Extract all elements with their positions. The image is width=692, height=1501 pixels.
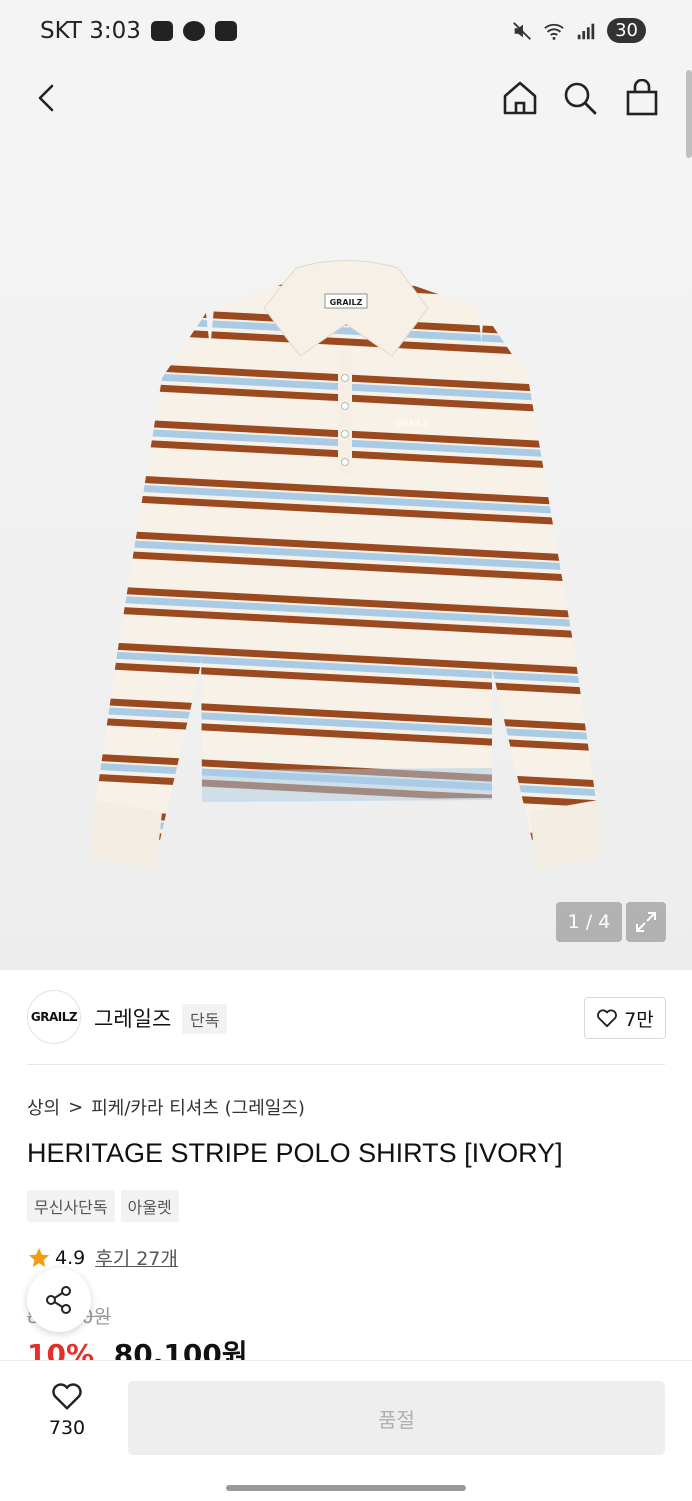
back-button[interactable]: [24, 76, 68, 120]
share-icon: [46, 1286, 71, 1314]
breadcrumb-separator: >: [68, 1096, 84, 1118]
tag-outlet: 아울렛: [120, 1190, 179, 1222]
star-icon: [29, 1247, 49, 1267]
signal-icon: [577, 23, 595, 39]
product-image-carousel[interactable]: GRAILZ GRAILZ: [0, 128, 692, 970]
image-counter: 1 / 4: [556, 902, 622, 942]
share-button[interactable]: [27, 1268, 91, 1332]
screenshot-icon: [150, 21, 173, 41]
brand-like-button[interactable]: 7만: [584, 997, 666, 1039]
tag-exclusive: 무신사단독: [27, 1190, 115, 1222]
mute-icon: [513, 21, 531, 40]
chest-logo: GRAILZ: [396, 419, 429, 429]
exclusive-badge: 단독: [182, 1004, 228, 1034]
breadcrumb-subcategory[interactable]: 피케/카라 티셔츠 (그레일즈): [91, 1094, 305, 1120]
home-indicator[interactable]: [226, 1485, 466, 1491]
shirt-label: GRAILZ: [330, 298, 363, 307]
product-title: HERITAGE STRIPE POLO SHIRTS [IVORY]: [27, 1138, 563, 1168]
sold-out-button[interactable]: 품절: [128, 1381, 665, 1455]
shopping-bag-icon: [626, 79, 658, 116]
wifi-icon: [544, 23, 564, 40]
status-right: 30: [511, 18, 646, 43]
search-button[interactable]: [558, 76, 602, 120]
divider: [27, 1064, 665, 1065]
brand-name[interactable]: 그레일즈: [94, 1003, 171, 1033]
breadcrumb-category[interactable]: 상의: [27, 1094, 60, 1120]
bottom-action-bar: 730 품절: [0, 1360, 692, 1501]
home-icon: [503, 81, 537, 115]
talk-icon: [182, 21, 205, 41]
home-button[interactable]: [498, 76, 542, 120]
carrier-time: SKT 3:03: [40, 18, 141, 44]
discount-rate: 10%: [27, 1338, 95, 1362]
expand-icon: [636, 912, 656, 932]
status-left: SKT 3:03: [40, 18, 237, 44]
sale-price-row: 10% 80,100원: [27, 1336, 248, 1362]
battery-indicator: 30: [607, 18, 646, 43]
status-bar: SKT 3:03 30: [0, 0, 692, 68]
chevron-left-icon: [38, 84, 54, 112]
brand-logo[interactable]: GRAILZ: [27, 990, 81, 1044]
tag-list: 무신사단독 아울렛: [27, 1190, 179, 1222]
heart-icon: [597, 1009, 618, 1028]
brand-like-count: 7만: [624, 1008, 654, 1031]
top-nav: [0, 68, 692, 128]
sale-price: 80,100원: [113, 1338, 248, 1362]
youtube-icon: [214, 21, 237, 41]
reviews-link[interactable]: 후기 27개: [95, 1244, 178, 1271]
wishlist-count: 730: [48, 1417, 86, 1439]
expand-image-button[interactable]: [626, 902, 666, 942]
search-icon: [564, 82, 597, 115]
scrollbar[interactable]: [686, 70, 692, 158]
wishlist-button[interactable]: 730: [30, 1381, 104, 1439]
heart-icon: [52, 1383, 82, 1410]
product-image: GRAILZ GRAILZ: [90, 260, 602, 870]
cart-button[interactable]: [620, 76, 664, 120]
rating: 4.9 후기 27개: [27, 1244, 178, 1271]
breadcrumb: 상의 > 피케/카라 티셔츠 (그레일즈): [27, 1094, 305, 1120]
rating-score: 4.9: [55, 1246, 86, 1269]
